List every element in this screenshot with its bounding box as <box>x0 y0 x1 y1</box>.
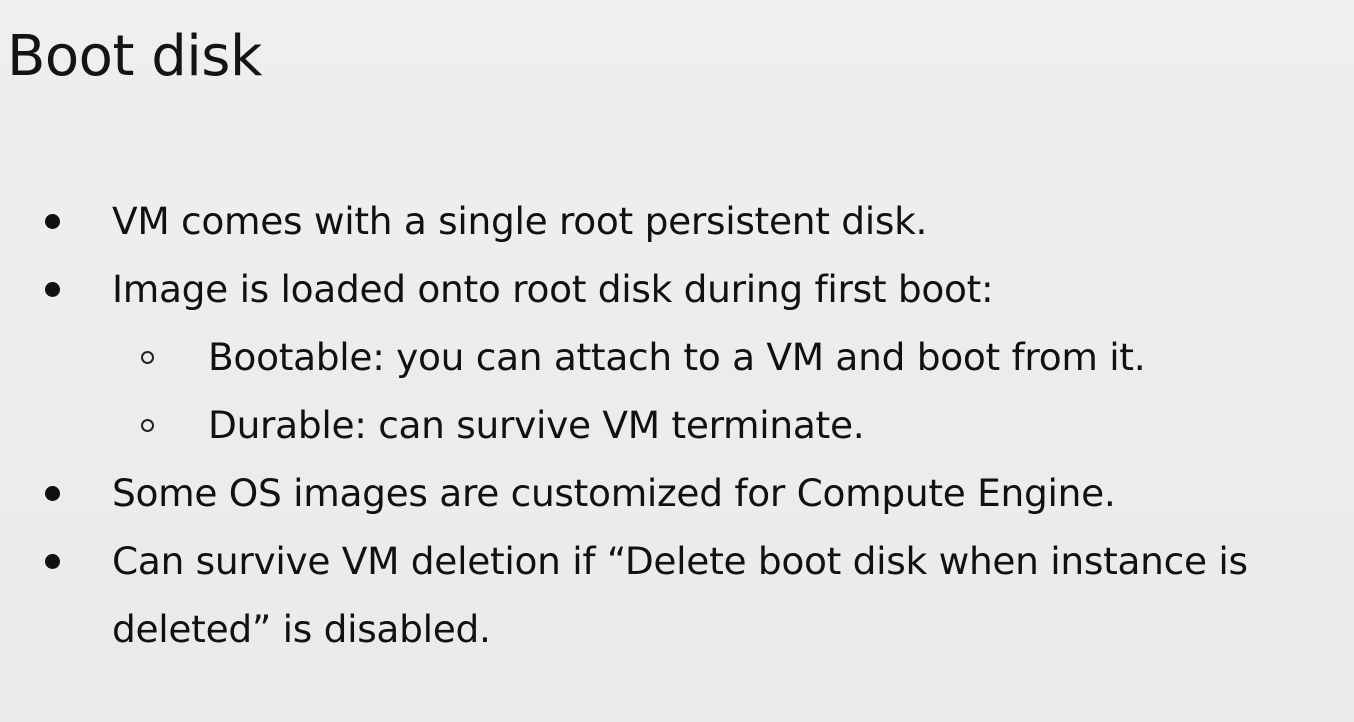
bullet-continuation: deleted” is disabled. <box>0 595 1354 663</box>
slide-title: Boot disk <box>7 24 262 89</box>
bullet-item: Image is loaded onto root disk during fi… <box>0 255 1354 323</box>
bullet-circle-icon <box>133 391 161 459</box>
bullet-item: Some OS images are customized for Comput… <box>0 459 1354 527</box>
bullet-text: Can survive VM deletion if “Delete boot … <box>112 539 1248 583</box>
bullet-text: VM comes with a single root persistent d… <box>112 199 928 243</box>
bullet-dot-icon <box>38 459 66 527</box>
bullet-item: Can survive VM deletion if “Delete boot … <box>0 527 1354 595</box>
bullet-text: Image is loaded onto root disk during fi… <box>112 267 994 311</box>
sub-bullet-text: Bootable: you can attach to a VM and boo… <box>208 335 1146 379</box>
bullet-text: Some OS images are customized for Comput… <box>112 471 1116 515</box>
bullet-circle-icon <box>133 323 161 391</box>
sub-bullet-text: Durable: can survive VM terminate. <box>208 403 865 447</box>
bullet-dot-icon <box>38 527 66 595</box>
bullet-dot-icon <box>38 187 66 255</box>
slide: Boot disk VM comes with a single root pe… <box>0 0 1354 722</box>
sub-bullet-item: Bootable: you can attach to a VM and boo… <box>0 323 1354 391</box>
bullet-list: VM comes with a single root persistent d… <box>0 187 1354 663</box>
sub-bullet-item: Durable: can survive VM terminate. <box>0 391 1354 459</box>
bullet-item: VM comes with a single root persistent d… <box>0 187 1354 255</box>
bullet-text: deleted” is disabled. <box>112 607 491 651</box>
bullet-dot-icon <box>38 255 66 323</box>
